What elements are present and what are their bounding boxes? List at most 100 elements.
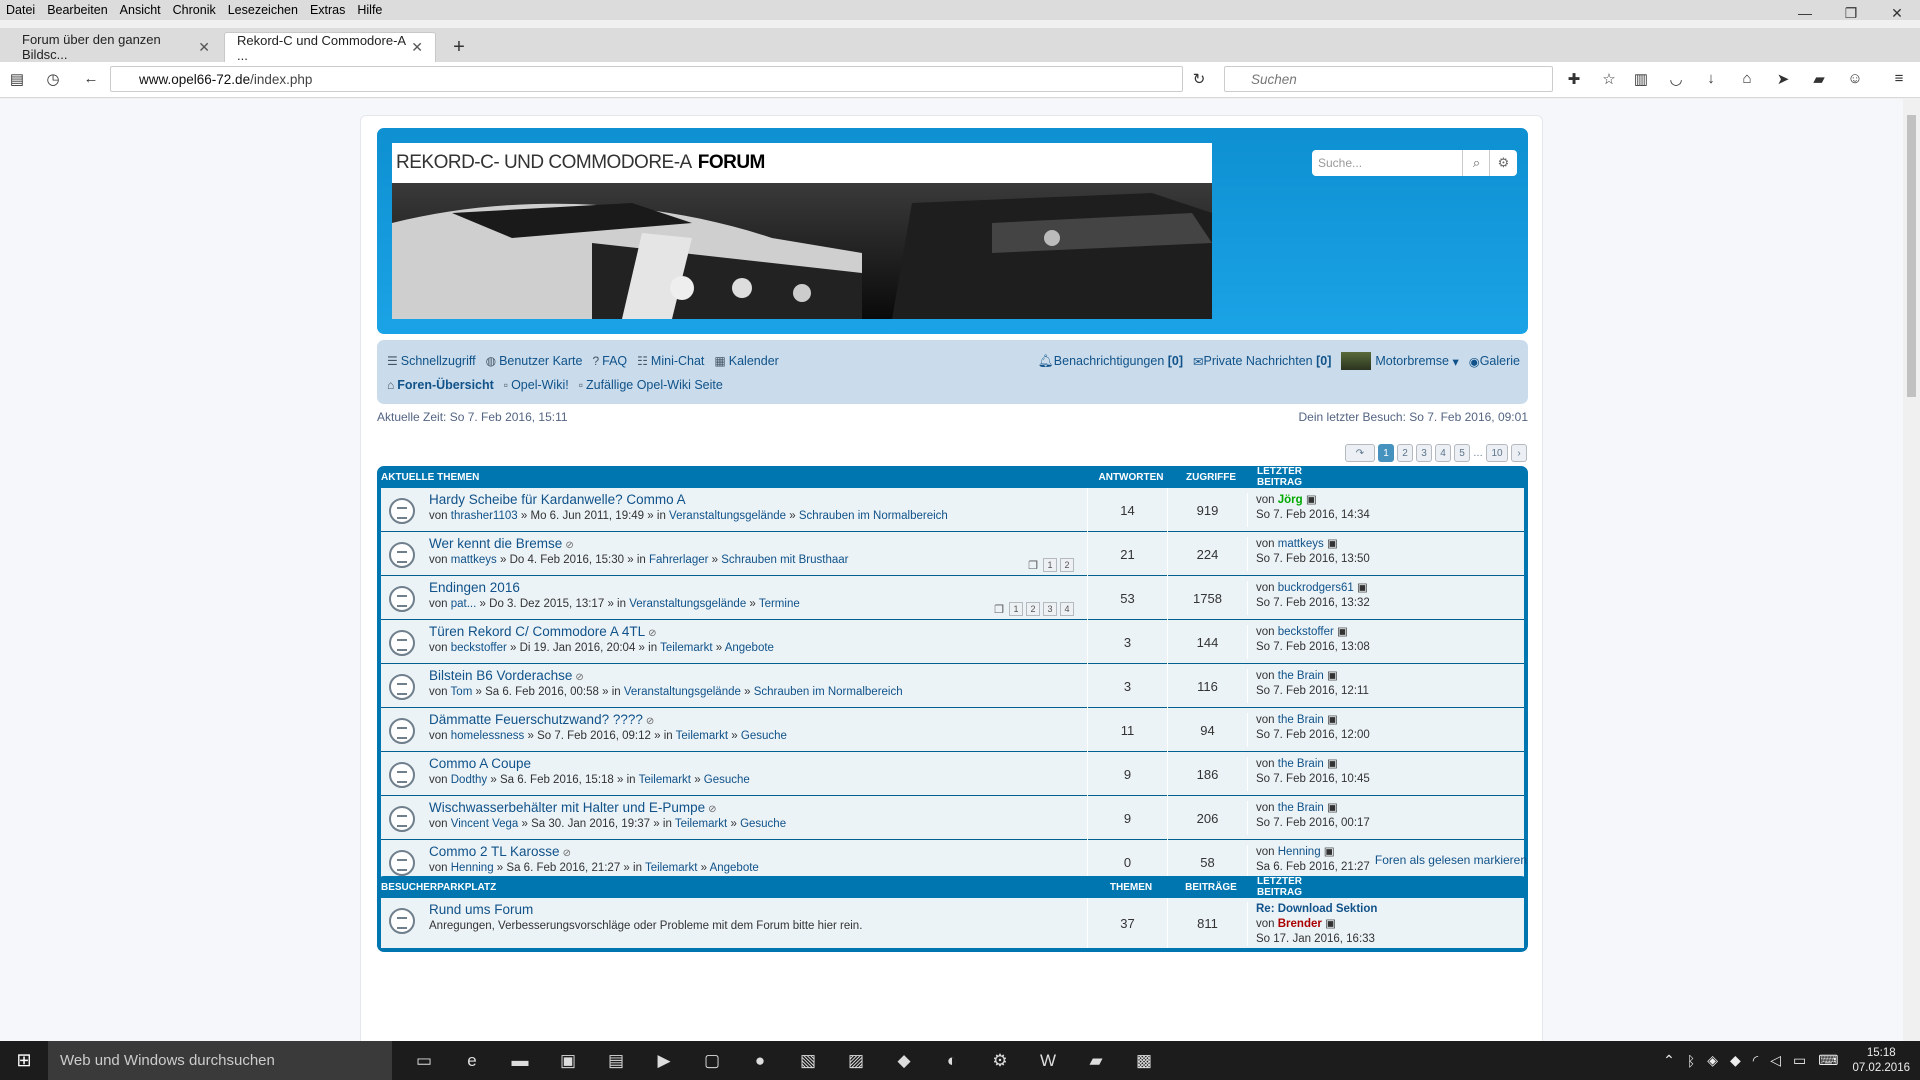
private-messages-link[interactable]: ✉ Private Nachrichten [0]	[1193, 354, 1331, 369]
topic-forum[interactable]: Teilemarkt	[645, 862, 697, 874]
view-post-icon[interactable]: ▣	[1327, 802, 1338, 814]
last-post-author[interactable]: the Brain	[1278, 714, 1324, 726]
addons-icon[interactable]: ✚	[1563, 70, 1585, 88]
menu-datei[interactable]: Datei	[0, 3, 41, 17]
topic-page-link[interactable]: 1	[1009, 602, 1023, 616]
breadcrumb-random-wiki[interactable]: ▫ Zufällige Opel-Wiki Seite	[579, 378, 723, 392]
view-post-icon[interactable]: ▣	[1327, 758, 1338, 770]
hamburger-menu-icon[interactable]: ≡	[1888, 70, 1910, 87]
mini-chat-link[interactable]: ☷ Mini-Chat	[637, 354, 704, 368]
bluetooth-icon[interactable]: ᛒ	[1687, 1053, 1695, 1069]
topic-page-link[interactable]: 2	[1060, 558, 1074, 572]
topic-forum[interactable]: Fahrerlager	[649, 554, 708, 566]
settings-icon[interactable]: ⚙	[976, 1041, 1024, 1080]
topic-title[interactable]: Commo 2 TL Karosse ⊘	[429, 844, 571, 859]
bookmarks-list-icon[interactable]: ▥	[1630, 70, 1652, 88]
topic-page-link[interactable]: 1	[1043, 558, 1057, 572]
gallery-link[interactable]: ◉ Galerie	[1469, 354, 1520, 369]
last-post-author[interactable]: mattkeys	[1278, 538, 1324, 550]
car-app-icon[interactable]: ◆	[880, 1041, 928, 1080]
gear-icon[interactable]: ⚙	[1489, 150, 1517, 176]
search-icon[interactable]: ⌕	[1462, 150, 1490, 176]
topic-page-link[interactable]: 4	[1060, 602, 1074, 616]
send-icon[interactable]: ➤	[1772, 70, 1794, 88]
breadcrumb-opel-wiki[interactable]: ▫ Opel-Wiki!	[504, 378, 569, 392]
topic-author[interactable]: Vincent Vega	[451, 818, 519, 830]
refresh-icon[interactable]: ↷	[1345, 444, 1375, 462]
topic-forum[interactable]: Veranstaltungsgelände	[669, 510, 786, 522]
notifications-link[interactable]: 🔔︎ Benachrichtigungen [0]	[1038, 354, 1183, 369]
security-icon[interactable]: ◈	[1707, 1052, 1718, 1069]
view-post-icon[interactable]: ▣	[1327, 538, 1338, 550]
menu-chronik[interactable]: Chronik	[167, 3, 222, 17]
topic-author[interactable]: Tom	[451, 686, 473, 698]
taskbar-search[interactable]: Web und Windows durchsuchen	[48, 1041, 392, 1080]
tab-forum-fullscreen[interactable]: Forum über den ganzen Bildsc... ✕	[10, 32, 222, 62]
topic-title[interactable]: Dämmatte Feuerschutzwand? ???? ⊘	[429, 712, 654, 727]
word-doc-icon[interactable]: ▨	[832, 1041, 880, 1080]
notification-center-icon[interactable]: ▭	[1793, 1052, 1806, 1069]
user-menu[interactable]: Motorbremse ▾	[1341, 352, 1459, 370]
office-icon[interactable]: ▤	[592, 1041, 640, 1080]
topic-row[interactable]: Dämmatte Feuerschutzwand? ???? ⊘ von homel…	[381, 708, 1524, 752]
header-banner[interactable]: REKORD-C- UND COMMODORE-A FORUM	[392, 143, 1212, 319]
close-tab-icon[interactable]: ✕	[411, 39, 423, 56]
topic-row[interactable]: Wischwasserbehälter mit Halter und E-Pum…	[381, 796, 1524, 840]
topic-author[interactable]: Dodthy	[451, 774, 487, 786]
topic-author[interactable]: pat...	[451, 598, 477, 610]
topic-forum[interactable]: Teilemarkt	[676, 730, 728, 742]
page-10[interactable]: 10	[1486, 444, 1508, 462]
topic-subforum[interactable]: Gesuche	[740, 818, 786, 830]
page-5[interactable]: 5	[1454, 444, 1470, 462]
topic-author[interactable]: beckstoffer	[451, 642, 507, 654]
last-post-author[interactable]: Henning	[1278, 846, 1321, 858]
taskbar-clock[interactable]: 15:18 07.02.2016	[1852, 1046, 1910, 1076]
last-post-author[interactable]: the Brain	[1278, 758, 1324, 770]
topic-page-link[interactable]: 3	[1043, 602, 1057, 616]
topic-subforum[interactable]: Angebote	[725, 642, 774, 654]
topic-forum[interactable]: Veranstaltungsgelände	[629, 598, 746, 610]
topic-subforum[interactable]: Schrauben mit Brusthaar	[721, 554, 848, 566]
scrollbar-thumb[interactable]	[1907, 115, 1916, 397]
wifi-icon[interactable]: ◜	[1753, 1052, 1758, 1069]
calendar-link[interactable]: ▦ Kalender	[714, 354, 778, 368]
breadcrumb-forum-index[interactable]: ⌂ Foren-Übersicht	[387, 378, 494, 392]
game-icon[interactable]: ◐	[928, 1041, 976, 1080]
topic-title[interactable]: Endingen 2016	[429, 580, 520, 595]
last-post-author[interactable]: the Brain	[1278, 802, 1324, 814]
menu-hilfe[interactable]: Hilfe	[351, 3, 388, 17]
volume-icon[interactable]: ◁	[1770, 1052, 1781, 1069]
topic-subforum[interactable]: Gesuche	[741, 730, 787, 742]
last-post-author[interactable]: the Brain	[1278, 670, 1324, 682]
next-page-icon[interactable]: ›	[1511, 444, 1527, 462]
view-post-icon[interactable]: ▣	[1306, 494, 1317, 506]
word-icon[interactable]: W	[1024, 1041, 1072, 1080]
page-scrollbar[interactable]	[1903, 99, 1920, 1041]
topic-author[interactable]: homelessness	[451, 730, 525, 742]
sidebar-icon[interactable]: ▤	[6, 70, 28, 88]
chat-icon[interactable]: ☺	[1844, 70, 1866, 87]
topic-forum[interactable]: Veranstaltungsgelände	[624, 686, 741, 698]
page-2[interactable]: 2	[1397, 444, 1413, 462]
antivirus-icon[interactable]: ◆	[1730, 1052, 1741, 1069]
menu-bearbeiten[interactable]: Bearbeiten	[41, 3, 113, 17]
window-icon[interactable]: ▢	[688, 1041, 736, 1080]
store-icon[interactable]: ▣	[544, 1041, 592, 1080]
close-tab-icon[interactable]: ✕	[198, 39, 210, 56]
reload-icon[interactable]: ↻	[1188, 70, 1210, 88]
forum-search-input[interactable]: Suche... ⌕ ⚙	[1312, 150, 1517, 176]
document-icon[interactable]: ▧	[784, 1041, 832, 1080]
view-post-icon[interactable]: ▣	[1327, 714, 1338, 726]
topic-title[interactable]: Hardy Scheibe für Kardanwelle? Commo A	[429, 492, 686, 507]
view-post-icon[interactable]: ▣	[1327, 670, 1338, 682]
last-post-author[interactable]: buckrodgers61	[1278, 582, 1354, 594]
topic-title[interactable]: Wischwasserbehälter mit Halter und E-Pum…	[429, 800, 717, 815]
menu-ansicht[interactable]: Ansicht	[114, 3, 167, 17]
chevron-up-icon[interactable]: ⌃	[1663, 1052, 1675, 1069]
download-icon[interactable]: ↓	[1700, 70, 1722, 87]
view-post-icon[interactable]: ▣	[1324, 846, 1335, 858]
bookmark-star-icon[interactable]: ☆	[1598, 70, 1620, 88]
windows-start-icon[interactable]: ⊞	[0, 1041, 48, 1080]
topic-author[interactable]: thrasher1103	[451, 510, 518, 522]
topic-subforum[interactable]: Angebote	[710, 862, 759, 874]
